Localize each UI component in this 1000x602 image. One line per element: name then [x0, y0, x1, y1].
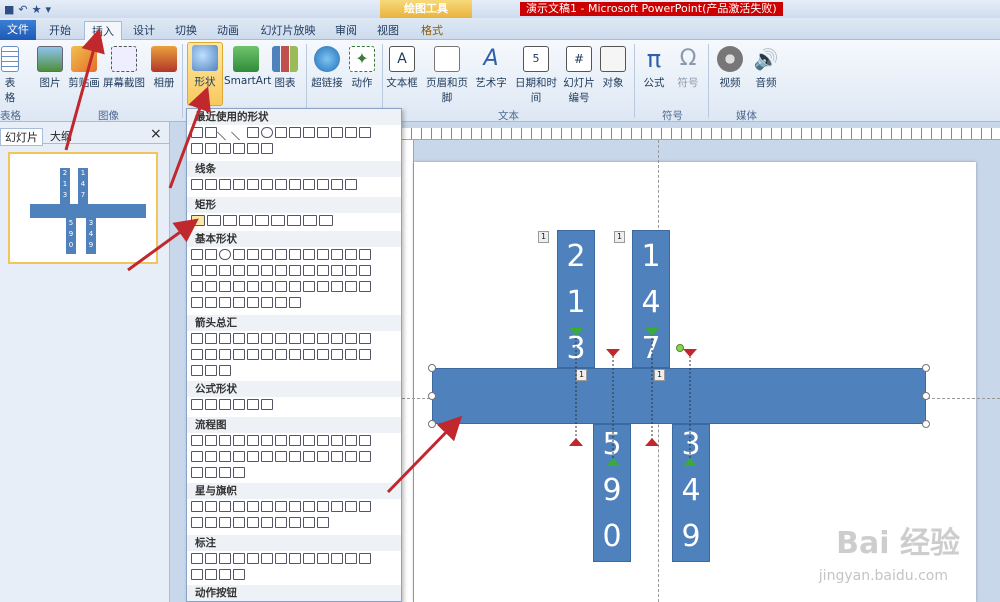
baidu-watermark-url: jingyan.baidu.com: [818, 568, 948, 584]
spacing-marker: [606, 349, 620, 357]
arrow-to-shapes-button: [168, 86, 211, 189]
spacing-marker: [683, 458, 697, 466]
spacing-marker: [569, 438, 583, 446]
arrow-to-rectangle-shape: [127, 218, 199, 272]
spacing-marker: [645, 328, 659, 336]
arrow-to-horizontal-bar: [386, 415, 463, 494]
spacing-marker: [606, 458, 620, 466]
spacing-marker: [683, 349, 697, 357]
spacing-marker: [645, 438, 659, 446]
baidu-watermark-logo: Bai 经验: [836, 526, 960, 561]
spacing-marker: [569, 328, 583, 336]
annotation-overlay: [64, 28, 697, 494]
arrow-to-insert-tab: [64, 28, 105, 151]
